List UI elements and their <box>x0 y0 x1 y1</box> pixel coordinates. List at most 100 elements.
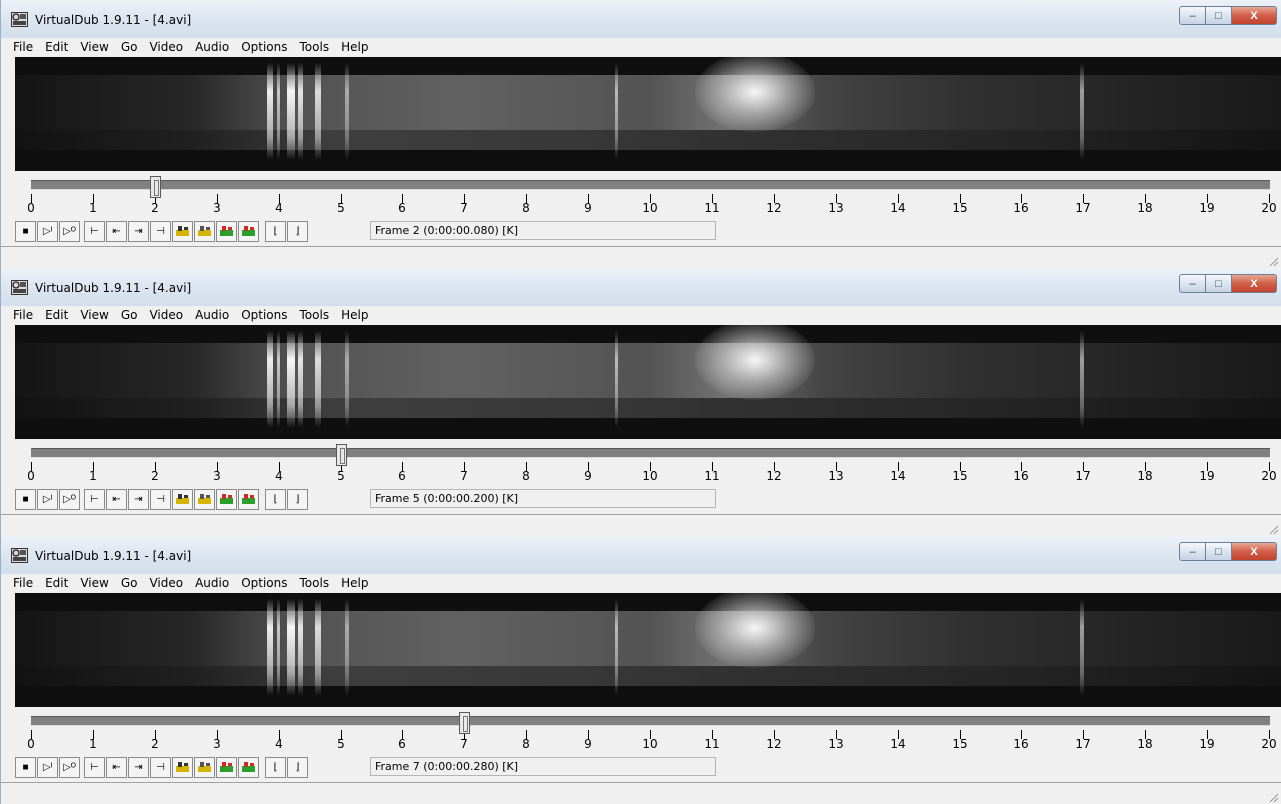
slider-thumb[interactable] <box>150 176 161 198</box>
menu-video[interactable]: Video <box>143 574 189 593</box>
next-keyframe-button[interactable]: ⇥ <box>128 489 149 510</box>
timeline-label: 7 <box>460 469 468 483</box>
position-slider[interactable]: 0 1 2 3 4 5 6 7 8 9 10 11 12 13 14 15 16 17 18 19 20 <box>1 172 1281 216</box>
menu-audio[interactable]: Audio <box>189 574 235 593</box>
mark-out-scene-button[interactable] <box>238 757 259 778</box>
maximize-button[interactable]: □ <box>1206 6 1232 25</box>
resize-grip-icon[interactable] <box>1267 790 1279 803</box>
menu-view[interactable]: View <box>74 306 114 325</box>
stop-button[interactable]: ■ <box>15 757 36 778</box>
mark-out-scene-button[interactable] <box>238 221 259 242</box>
mark-out-scene-button[interactable] <box>238 489 259 510</box>
window-title: VirtualDub 1.9.11 - [4.avi] <box>35 13 192 27</box>
app-icon <box>11 280 28 295</box>
prev-scene-button[interactable] <box>172 221 193 242</box>
menu-options[interactable]: Options <box>235 38 293 57</box>
mark-in-button[interactable]: ⌊ <box>265 489 286 510</box>
menu-file[interactable]: File <box>7 574 39 593</box>
slider-track[interactable] <box>31 180 1270 190</box>
stop-icon: ■ <box>22 494 29 505</box>
resize-grip-icon[interactable] <box>1267 522 1279 535</box>
menu-help[interactable]: Help <box>335 38 374 57</box>
menu-tools[interactable]: Tools <box>294 38 336 57</box>
timeline-label: 17 <box>1075 737 1091 751</box>
minimize-button[interactable]: – <box>1179 542 1206 561</box>
position-slider[interactable]: 0 1 2 3 4 5 6 7 8 9 10 11 12 13 14 15 16 17 18 19 20 <box>1 708 1281 752</box>
prev-keyframe-button[interactable]: ⇤ <box>106 221 127 242</box>
next-scene-button[interactable] <box>194 489 215 510</box>
video-line <box>277 325 280 439</box>
menu-help[interactable]: Help <box>335 574 374 593</box>
menu-go[interactable]: Go <box>115 574 144 593</box>
slider-thumb[interactable] <box>336 444 347 466</box>
play-output-button[interactable]: ▷ᴼ <box>59 757 80 778</box>
mark-out-icon: ⌋ <box>295 762 300 773</box>
next-keyframe-button[interactable]: ⇥ <box>128 221 149 242</box>
play-input-button[interactable]: ▷ᴵ <box>37 757 58 778</box>
mark-out-button[interactable]: ⌋ <box>287 489 308 510</box>
timeline-label: 16 <box>1013 201 1029 215</box>
go-start-button[interactable]: ⊢ <box>84 757 105 778</box>
timeline-label: 20 <box>1261 469 1277 483</box>
timeline-label: 20 <box>1261 201 1277 215</box>
prev-scene-button[interactable] <box>172 757 193 778</box>
play-input-button[interactable]: ▷ᴵ <box>37 489 58 510</box>
stop-icon: ■ <box>22 762 29 773</box>
menu-file[interactable]: File <box>7 38 39 57</box>
go-end-button[interactable]: ⊣ <box>150 757 171 778</box>
next-keyframe-button[interactable]: ⇥ <box>128 757 149 778</box>
menu-edit[interactable]: Edit <box>39 306 74 325</box>
go-start-button[interactable]: ⊢ <box>84 221 105 242</box>
go-end-icon: ⊣ <box>156 762 165 773</box>
resize-grip-icon[interactable] <box>1267 254 1279 267</box>
maximize-button[interactable]: □ <box>1206 274 1232 293</box>
menu-tools[interactable]: Tools <box>294 306 336 325</box>
stop-button[interactable]: ■ <box>15 221 36 242</box>
menu-file[interactable]: File <box>7 306 39 325</box>
menu-view[interactable]: View <box>74 574 114 593</box>
prev-keyframe-button[interactable]: ⇤ <box>106 489 127 510</box>
slider-track[interactable] <box>31 716 1270 726</box>
mark-out-button[interactable]: ⌋ <box>287 221 308 242</box>
menu-options[interactable]: Options <box>235 306 293 325</box>
menu-go[interactable]: Go <box>115 306 144 325</box>
stop-button[interactable]: ■ <box>15 489 36 510</box>
prev-scene-button[interactable] <box>172 489 193 510</box>
minimize-button[interactable]: – <box>1179 6 1206 25</box>
menu-go[interactable]: Go <box>115 38 144 57</box>
menu-help[interactable]: Help <box>335 306 374 325</box>
position-slider[interactable]: 0 1 2 3 4 5 6 7 8 9 10 11 12 13 14 15 16 17 18 19 20 <box>1 440 1281 484</box>
go-end-button[interactable]: ⊣ <box>150 221 171 242</box>
menu-tools[interactable]: Tools <box>294 574 336 593</box>
close-button[interactable]: X <box>1232 542 1277 561</box>
menu-video[interactable]: Video <box>143 38 189 57</box>
minimize-button[interactable]: – <box>1179 274 1206 293</box>
video-line <box>298 325 303 439</box>
slider-track[interactable] <box>31 448 1270 458</box>
maximize-button[interactable]: □ <box>1206 542 1232 561</box>
menu-edit[interactable]: Edit <box>39 38 74 57</box>
go-start-button[interactable]: ⊢ <box>84 489 105 510</box>
mark-in-button[interactable]: ⌊ <box>265 757 286 778</box>
play-output-button[interactable]: ▷ᴼ <box>59 489 80 510</box>
mark-in-button[interactable]: ⌊ <box>265 221 286 242</box>
mark-out-button[interactable]: ⌋ <box>287 757 308 778</box>
prev-keyframe-button[interactable]: ⇤ <box>106 757 127 778</box>
next-scene-button[interactable] <box>194 757 215 778</box>
play-output-button[interactable]: ▷ᴼ <box>59 221 80 242</box>
menu-view[interactable]: View <box>74 38 114 57</box>
menu-audio[interactable]: Audio <box>189 306 235 325</box>
menu-edit[interactable]: Edit <box>39 574 74 593</box>
mark-in-scene-button[interactable] <box>216 221 237 242</box>
menu-audio[interactable]: Audio <box>189 38 235 57</box>
menu-video[interactable]: Video <box>143 306 189 325</box>
close-button[interactable]: X <box>1232 6 1277 25</box>
next-scene-button[interactable] <box>194 221 215 242</box>
play-input-button[interactable]: ▷ᴵ <box>37 221 58 242</box>
close-button[interactable]: X <box>1232 274 1277 293</box>
slider-thumb[interactable] <box>459 712 470 734</box>
mark-in-scene-button[interactable] <box>216 489 237 510</box>
menu-options[interactable]: Options <box>235 574 293 593</box>
go-end-button[interactable]: ⊣ <box>150 489 171 510</box>
mark-in-scene-button[interactable] <box>216 757 237 778</box>
